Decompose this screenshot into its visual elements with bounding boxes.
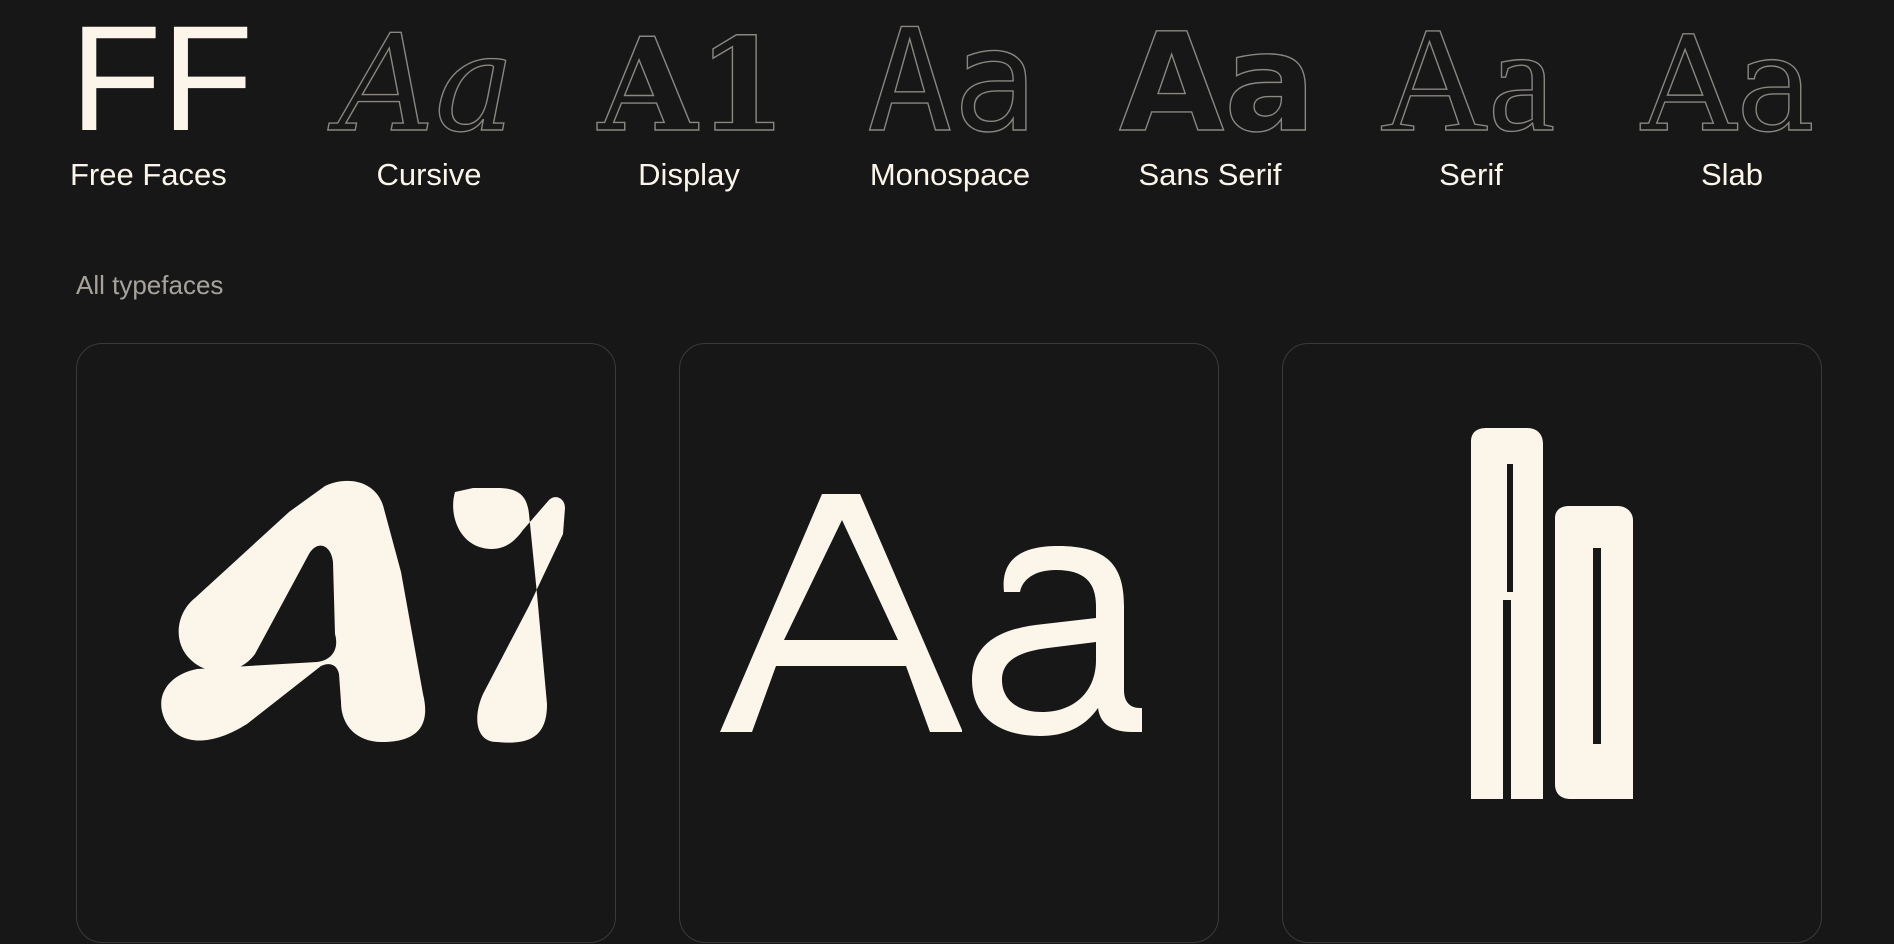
svg-text:Aa: Aa — [327, 6, 515, 162]
svg-text:Aa: Aa — [1119, 5, 1316, 163]
nav-label: Serif — [1439, 157, 1503, 192]
slab-sample-icon: Aa — [1639, 7, 1815, 162]
sans-serif-sample-icon: Aa — [1118, 4, 1316, 163]
typeface-card[interactable]: Aa — [1282, 343, 1822, 943]
nav-label: Free Faces — [70, 157, 227, 192]
nav-display[interactable]: A1 Display — [594, 10, 787, 204]
svg-text:Aa: Aa — [867, 0, 1038, 164]
typeface-card[interactable]: A1 — [76, 343, 616, 943]
section-heading-all-typefaces: All typefaces — [76, 270, 224, 300]
nav-sans-serif[interactable]: Aa Sans Serif — [1115, 4, 1316, 204]
nav-label: Monospace — [869, 157, 1031, 192]
nav-label: Cursive — [376, 157, 482, 192]
monospace-sample-icon: Aa — [866, 0, 1038, 165]
svg-text:Aa: Aa — [1380, 0, 1555, 163]
display-sample-icon: A1 — [596, 10, 787, 161]
typeface-preview: Aa — [720, 494, 1142, 736]
typeface-card[interactable]: Aa — [679, 343, 1219, 943]
nav-cursive[interactable]: Aa Cursive — [326, 5, 524, 204]
nav-label: Sans Serif — [1138, 157, 1282, 192]
nav-serif[interactable]: Aa Serif — [1376, 0, 1566, 204]
svg-text:Aa: Aa — [1640, 8, 1815, 162]
serif-sample-icon: Aa — [1379, 0, 1555, 164]
nav-slab[interactable]: Aa Slab — [1637, 7, 1827, 204]
nav-label: Slab — [1700, 157, 1764, 192]
nav-label: Display — [638, 157, 740, 192]
svg-text:FF: FF — [70, 0, 253, 162]
svg-text:A1: A1 — [597, 11, 786, 161]
nav-monospace[interactable]: Aa Monospace — [855, 0, 1045, 204]
cursive-sample-icon: Aa — [326, 5, 515, 162]
typeface-preview: A1 — [161, 480, 565, 743]
typeface-preview: Aa — [1471, 428, 1633, 799]
nav-free-faces[interactable]: FF Free Faces — [70, 0, 253, 204]
ff-logo-icon: FF — [70, 0, 253, 162]
